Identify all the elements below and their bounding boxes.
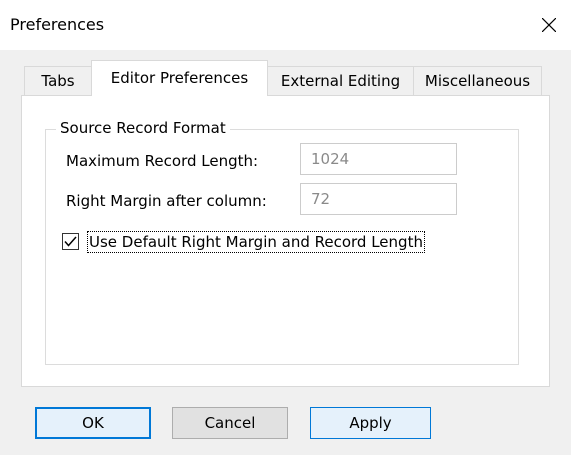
ok-button[interactable]: OK xyxy=(35,407,151,439)
group-title: Source Record Format xyxy=(56,118,230,138)
checkmark-icon xyxy=(64,236,77,247)
tab-miscellaneous[interactable]: Miscellaneous xyxy=(413,66,542,96)
tab-external-editing[interactable]: External Editing xyxy=(267,66,414,96)
title-bar: Preferences xyxy=(0,0,571,50)
right-margin-input[interactable]: 72 xyxy=(300,183,457,215)
close-icon xyxy=(542,18,556,32)
max-record-length-input[interactable]: 1024 xyxy=(300,143,457,175)
max-record-length-label: Maximum Record Length: xyxy=(66,152,259,170)
right-margin-label: Right Margin after column: xyxy=(66,192,267,210)
close-button[interactable] xyxy=(525,0,571,50)
window-title: Preferences xyxy=(10,15,105,34)
tab-tabs[interactable]: Tabs xyxy=(24,66,92,96)
tab-editor-preferences[interactable]: Editor Preferences xyxy=(91,60,268,96)
apply-button[interactable]: Apply xyxy=(310,407,431,439)
use-default-checkbox[interactable] xyxy=(62,233,79,250)
cancel-button[interactable]: Cancel xyxy=(172,407,288,439)
use-default-label[interactable]: Use Default Right Margin and Record Leng… xyxy=(87,231,425,253)
